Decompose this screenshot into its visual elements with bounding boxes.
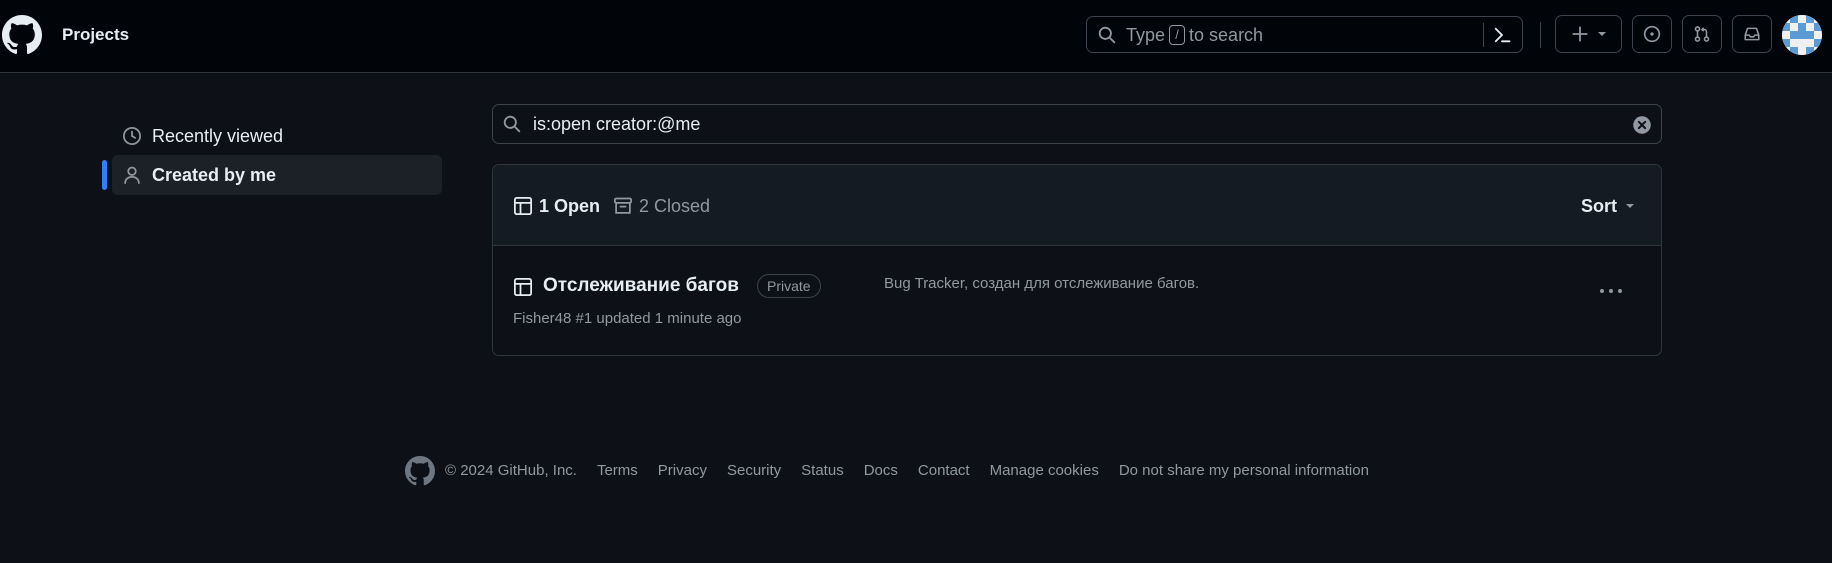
footer-link-docs[interactable]: Docs: [864, 456, 898, 486]
footer-link-status[interactable]: Status: [801, 456, 844, 486]
issues-button[interactable]: [1632, 15, 1672, 53]
list-item: Отслеживание багов Private Fisher48 #1 u…: [493, 247, 1661, 355]
footer-link-terms[interactable]: Terms: [597, 456, 638, 486]
tab-closed-label: 2 Closed: [639, 196, 711, 216]
sort-label: Sort: [1581, 196, 1617, 216]
command-palette-icon[interactable]: [1492, 25, 1512, 45]
clear-filter-icon[interactable]: [1632, 115, 1652, 135]
notifications-button[interactable]: [1732, 15, 1772, 53]
project-title-link[interactable]: Отслеживание багов: [543, 274, 739, 298]
table-icon: [513, 196, 533, 216]
project-meta: Fisher48 #1 updated 1 minute ago: [513, 310, 742, 327]
tab-closed[interactable]: 2 Closed: [613, 195, 710, 217]
kebab-menu-icon[interactable]: [1597, 281, 1625, 301]
person-icon: [122, 165, 142, 185]
sidebar-item-label: Created by me: [152, 164, 277, 185]
tab-open[interactable]: 1 Open: [513, 195, 600, 217]
github-logo-icon[interactable]: [405, 456, 435, 486]
projects-list-header: 1 Open 2 Closed Sort: [493, 165, 1661, 246]
avatar[interactable]: [1782, 15, 1822, 55]
global-search-input[interactable]: Type / to search: [1086, 16, 1523, 53]
footer-link-manage-cookies[interactable]: Manage cookies: [990, 456, 1099, 486]
github-logo-icon[interactable]: [2, 15, 42, 55]
search-divider: [1483, 23, 1484, 47]
tab-open-label: 1 Open: [539, 196, 601, 216]
footer-link-contact[interactable]: Contact: [918, 456, 970, 486]
footer-link-do-not-share[interactable]: Do not share my personal information: [1119, 456, 1369, 486]
inbox-icon: [1743, 25, 1761, 43]
pull-requests-button[interactable]: [1682, 15, 1722, 53]
clock-icon: [122, 126, 142, 146]
caret-down-icon: [1597, 29, 1607, 39]
issue-opened-icon: [1643, 25, 1661, 43]
search-icon: [1098, 26, 1116, 44]
project-description: Bug Tracker, создан для отслеживание баг…: [884, 275, 1200, 292]
projects-filter-input[interactable]: is:open creator:@me: [492, 104, 1662, 144]
footer-link-security[interactable]: Security: [727, 456, 781, 486]
sidebar-item-created-by-me[interactable]: Created by me: [112, 155, 442, 195]
header-divider: [1540, 22, 1541, 48]
plus-icon: [1571, 25, 1589, 43]
caret-down-icon: [1625, 201, 1635, 211]
search-placeholder: Type / to search: [1126, 25, 1264, 45]
projects-list: 1 Open 2 Closed Sort Отслеживание багов …: [492, 164, 1662, 356]
visibility-badge: Private: [757, 274, 821, 298]
search-shortcut-key: /: [1169, 25, 1186, 45]
git-pull-request-icon: [1693, 25, 1711, 43]
footer: © 2024 GitHub, Inc. Terms Privacy Securi…: [405, 456, 1389, 486]
sidebar-item-recently-viewed[interactable]: Recently viewed: [112, 116, 442, 156]
global-header: Projects Type / to search: [0, 0, 1832, 73]
footer-copyright: © 2024 GitHub, Inc.: [445, 462, 577, 479]
filter-query[interactable]: is:open creator:@me: [533, 114, 700, 134]
footer-link-privacy[interactable]: Privacy: [658, 456, 707, 486]
create-new-button[interactable]: [1555, 15, 1622, 53]
page-title[interactable]: Projects: [62, 24, 129, 46]
archive-icon: [613, 196, 633, 216]
sort-button[interactable]: Sort: [1581, 195, 1635, 217]
selected-indicator: [102, 160, 107, 190]
table-icon: [513, 277, 533, 297]
sidebar-item-label: Recently viewed: [152, 125, 284, 146]
search-icon: [503, 115, 521, 133]
